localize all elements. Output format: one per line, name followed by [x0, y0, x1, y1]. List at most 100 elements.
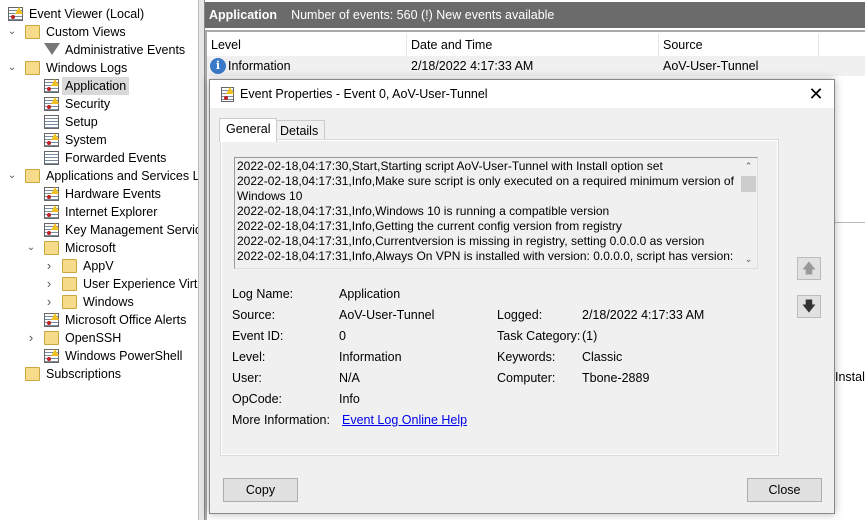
user-value: N/A — [339, 371, 360, 385]
description-line: 2022-02-18,04:17:31,Info,Currentversion … — [237, 234, 705, 248]
log-warning-icon — [44, 133, 59, 147]
description-line: 2022-02-18,04:17:31,Info,Make sure scrip… — [237, 174, 734, 203]
chevron-right-icon[interactable]: › — [44, 293, 54, 311]
folder-icon — [62, 295, 77, 309]
tree-item[interactable]: Windows PowerShell — [0, 347, 198, 365]
level-label: Level: — [232, 350, 266, 364]
scrollbar-thumb[interactable] — [741, 176, 756, 192]
event-id-value: 0 — [339, 329, 346, 343]
folder-icon — [25, 25, 40, 39]
tree-item-label: Event Viewer (Local) — [29, 7, 145, 21]
row-level: Information — [228, 59, 291, 73]
tree-item[interactable]: › Windows — [0, 293, 198, 311]
tree-item[interactable]: Key Management Service — [0, 221, 198, 239]
tree-item[interactable]: › OpenSSH — [0, 329, 198, 347]
dialog-title-bar[interactable]: Event Properties - Event 0, AoV-User-Tun… — [210, 80, 834, 108]
chevron-right-icon[interactable]: › — [44, 275, 54, 293]
description-line: 2022-02-18,04:17:31,Info,Always On VPN i… — [237, 249, 734, 263]
tree-item-label: Administrative Events — [65, 43, 186, 57]
logged-label: Logged: — [497, 308, 543, 322]
tree-item-label: Subscriptions — [46, 367, 122, 381]
log-name-label: Log Name: — [232, 287, 294, 301]
tree-item[interactable]: Hardware Events — [0, 185, 198, 203]
tree-item-label: Key Management Service — [65, 223, 198, 237]
general-tab-panel: 2022-02-18,04:17:30,Start,Starting scrip… — [220, 139, 779, 456]
opcode-value: Info — [339, 392, 360, 406]
tab-general[interactable]: General — [219, 118, 278, 142]
scroll-up-icon[interactable]: ⌃ — [740, 159, 757, 174]
source-label: Source: — [232, 308, 276, 322]
tree-item[interactable]: › AppV — [0, 257, 198, 275]
log-title: Application — [209, 8, 278, 22]
tree-item-label: Forwarded Events — [65, 151, 167, 165]
next-event-button[interactable]: 🡇 — [797, 295, 821, 318]
arrow-down-icon: 🡇 — [801, 298, 817, 314]
tree-item[interactable]: ⌄ Custom Views — [0, 23, 198, 41]
log-name-value: Application — [339, 287, 401, 301]
chevron-right-icon[interactable]: › — [44, 257, 54, 275]
column-header-source[interactable]: Source — [659, 34, 819, 56]
table-row[interactable]: i Information 2/18/2022 4:17:33 AM AoV-U… — [207, 56, 865, 76]
chevron-down-icon[interactable]: ⌄ — [7, 59, 17, 77]
tree-item[interactable]: Forwarded Events — [0, 149, 198, 167]
keywords-label: Keywords: — [497, 350, 556, 364]
keywords-value: Classic — [582, 350, 623, 364]
tree-item-label: Microsoft — [65, 241, 116, 255]
event-log-online-help-link[interactable]: Event Log Online Help — [342, 413, 467, 427]
tree-item[interactable]: Security — [0, 95, 198, 113]
description-line: 2022-02-18,04:17:31,Info,Windows 10 is r… — [237, 204, 610, 218]
tree-item-label: Windows PowerShell — [65, 349, 183, 363]
tree-item-label: Applications and Services Lo — [46, 169, 198, 183]
tree-item[interactable]: Event Viewer (Local) — [0, 5, 198, 23]
event-description-textbox[interactable]: 2022-02-18,04:17:30,Start,Starting scrip… — [234, 157, 758, 269]
tree-item-label: Microsoft Office Alerts — [65, 313, 187, 327]
tree-item-label: Windows Logs — [46, 61, 128, 75]
tree-item[interactable]: Microsoft Office Alerts — [0, 311, 198, 329]
scroll-down-icon[interactable]: ⌄ — [740, 252, 757, 267]
tree-item[interactable]: ⌄ Microsoft — [0, 239, 198, 257]
log-warning-icon — [44, 349, 59, 363]
tree-item[interactable]: Internet Explorer — [0, 203, 198, 221]
close-icon[interactable]: ✕ — [806, 80, 826, 108]
log-warning-icon — [44, 205, 59, 219]
pane-splitter[interactable] — [198, 0, 205, 520]
tree-item[interactable]: Administrative Events — [0, 41, 198, 59]
tree-item-label: Security — [65, 97, 111, 111]
previous-event-button[interactable]: 🡅 — [797, 257, 821, 280]
description-line: 2022-02-18,04:17:31,Info,Getting the cur… — [237, 219, 622, 233]
tree-item-label: System — [65, 133, 107, 147]
column-header-level[interactable]: Level — [207, 34, 407, 56]
chevron-down-icon[interactable]: ⌄ — [7, 23, 17, 41]
log-warning-icon — [44, 313, 59, 327]
computer-label: Computer: — [497, 371, 556, 385]
tree-item[interactable]: ⌄ Applications and Services Lo — [0, 167, 198, 185]
tree-item[interactable]: Application — [0, 77, 198, 95]
more-info-label: More Information: — [232, 413, 330, 427]
description-scrollbar[interactable]: ⌃ ⌄ — [740, 158, 757, 268]
close-button[interactable]: Close — [747, 478, 822, 502]
copy-button[interactable]: Copy — [223, 478, 298, 502]
log-warning-icon — [44, 97, 59, 111]
tree-item-label: User Experience Virtu — [83, 277, 198, 291]
tree-item[interactable]: System — [0, 131, 198, 149]
task-category-label: Task Category: — [497, 329, 581, 343]
logged-value: 2/18/2022 4:17:33 AM — [582, 308, 705, 322]
tree-item[interactable]: Setup — [0, 113, 198, 131]
folder-icon — [62, 277, 77, 291]
tree-item[interactable]: ⌄ Windows Logs — [0, 59, 198, 77]
computer-value: Tbone-2889 — [582, 371, 650, 385]
chevron-right-icon[interactable]: › — [26, 329, 36, 347]
level-value: Information — [339, 350, 402, 364]
console-tree[interactable]: Event Viewer (Local) ⌄ Custom Views Adminis… — [0, 0, 198, 520]
folder-icon — [25, 367, 40, 381]
column-header-date[interactable]: Date and Time — [407, 34, 659, 56]
chevron-down-icon[interactable]: ⌄ — [26, 239, 36, 257]
event-properties-icon — [221, 87, 234, 102]
folder-icon — [44, 241, 59, 255]
tree-item[interactable]: › User Experience Virtu — [0, 275, 198, 293]
information-icon: i — [210, 58, 226, 74]
log-warning-icon — [44, 223, 59, 237]
chevron-down-icon[interactable]: ⌄ — [7, 167, 17, 185]
tree-item[interactable]: Subscriptions — [0, 365, 198, 383]
folder-icon — [62, 259, 77, 273]
